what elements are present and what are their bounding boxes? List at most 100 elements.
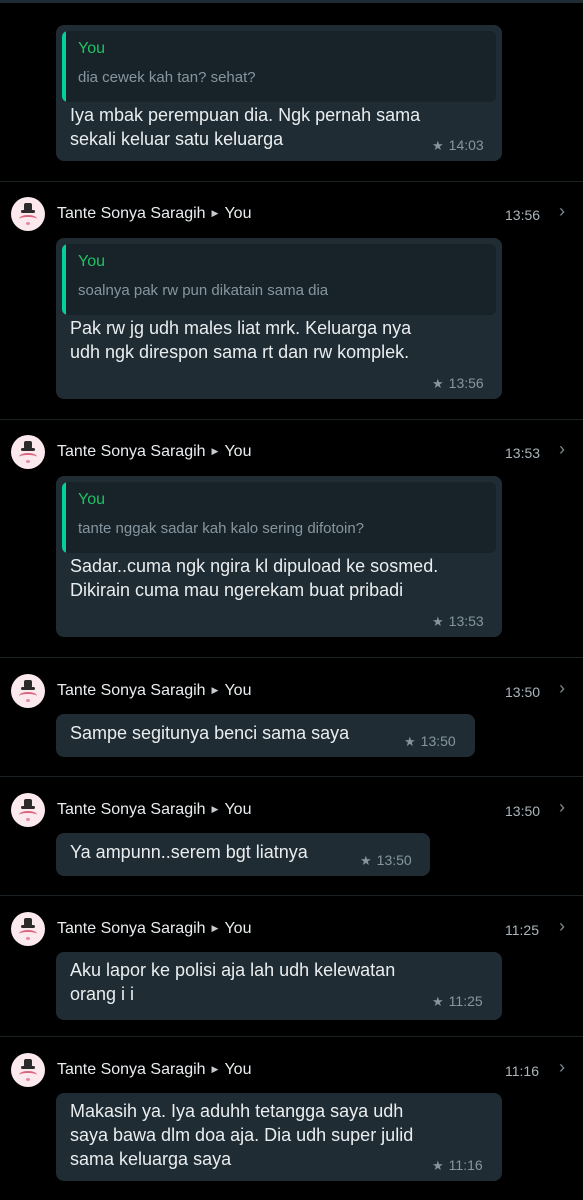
header-time: 11:25 xyxy=(505,922,539,938)
chevron-right-icon[interactable]: › xyxy=(559,678,565,699)
message-text: Sampe segitunya benci sama saya xyxy=(70,721,349,745)
divider xyxy=(0,419,583,420)
quote-text: soalnya pak rw pun dikatain sama dia xyxy=(78,282,329,299)
message-header[interactable]: Tante Sonya Saragih ▶ You 13:56 › xyxy=(0,197,583,237)
sender-name: Tante Sonya Saragih xyxy=(57,801,206,818)
message-time: 13:56 xyxy=(448,375,484,391)
star-icon: ★ xyxy=(404,734,416,749)
message-meta: ★ 11:25 xyxy=(432,993,483,1010)
sender-name: Tante Sonya Saragih xyxy=(57,1061,206,1078)
top-bar xyxy=(0,0,583,3)
sender-line: Tante Sonya Saragih ▶ You xyxy=(57,443,251,461)
quote-author: You xyxy=(78,253,105,270)
message-line: Sadar..cuma ngk ngira kl dipuload ke sos… xyxy=(70,556,439,576)
quoted-message[interactable]: You dia cewek kah tan? sehat? xyxy=(62,31,496,102)
quote-text: dia cewek kah tan? sehat? xyxy=(78,69,256,86)
message-line: orang i i xyxy=(70,984,135,1004)
quote-accent-bar xyxy=(62,482,66,553)
message-bubble[interactable]: Sampe segitunya benci sama saya ★ 13:50 xyxy=(56,714,475,757)
message-meta: ★ 13:56 xyxy=(432,375,484,392)
recipient-name: You xyxy=(224,205,252,222)
quote-author: You xyxy=(78,40,105,57)
avatar[interactable] xyxy=(11,197,45,231)
play-arrow-icon: ▶ xyxy=(211,685,219,695)
message-bubble[interactable]: You dia cewek kah tan? sehat? Iya mbak p… xyxy=(56,25,502,161)
message-line: Dikirain cuma mau ngerekam buat pribadi xyxy=(70,580,404,600)
message-meta: ★ 13:53 xyxy=(432,613,484,630)
recipient-name: You xyxy=(224,801,252,818)
message-text: Ya ampunn..serem bgt liatnya xyxy=(70,840,308,864)
message-time: 11:25 xyxy=(448,993,483,1009)
message-line: Sampe segitunya benci sama saya xyxy=(70,723,350,743)
message-bubble[interactable]: Ya ampunn..serem bgt liatnya ★ 13:50 xyxy=(56,833,430,876)
message-text: Pak rw jg udh males liat mrk. Keluarga n… xyxy=(70,316,411,364)
quote-text: tante nggak sadar kah kalo sering difoto… xyxy=(78,520,365,537)
star-icon: ★ xyxy=(432,614,444,629)
message-header[interactable]: Tante Sonya Saragih ▶ You 11:16 › xyxy=(0,1053,583,1093)
message-text: Iya mbak perempuan dia. Ngk pernah sama … xyxy=(70,103,420,151)
play-arrow-icon: ▶ xyxy=(211,1064,219,1074)
quote-author: You xyxy=(78,491,105,508)
message-time: 13:50 xyxy=(376,852,412,868)
recipient-name: You xyxy=(224,1061,252,1078)
sender-name: Tante Sonya Saragih xyxy=(57,920,206,937)
message-bubble[interactable]: Makasih ya. Iya aduhh tetangga saya udh … xyxy=(56,1093,502,1181)
message-meta: ★ 11:16 xyxy=(432,1157,483,1174)
message-bubble[interactable]: You soalnya pak rw pun dikatain sama dia… xyxy=(56,238,502,399)
play-arrow-icon: ▶ xyxy=(211,804,219,814)
avatar[interactable] xyxy=(11,912,45,946)
header-time: 13:50 xyxy=(505,803,541,819)
star-icon: ★ xyxy=(432,376,444,391)
divider xyxy=(0,895,583,896)
quoted-message[interactable]: You tante nggak sadar kah kalo sering di… xyxy=(62,482,496,553)
sender-name: Tante Sonya Saragih xyxy=(57,205,206,222)
header-time: 13:53 xyxy=(505,445,541,461)
divider xyxy=(0,1036,583,1037)
sender-name: Tante Sonya Saragih xyxy=(57,443,206,460)
recipient-name: You xyxy=(224,682,252,699)
message-header[interactable]: Tante Sonya Saragih ▶ You 13:53 › xyxy=(0,435,583,475)
sender-line: Tante Sonya Saragih ▶ You xyxy=(57,1061,251,1079)
header-time: 11:16 xyxy=(505,1063,539,1079)
message-time: 11:16 xyxy=(448,1157,483,1173)
message-header[interactable]: Tante Sonya Saragih ▶ You 11:25 › xyxy=(0,912,583,952)
quote-accent-bar xyxy=(62,244,66,315)
message-text: Sadar..cuma ngk ngira kl dipuload ke sos… xyxy=(70,554,438,602)
message-line: Makasih ya. Iya aduhh tetangga saya udh xyxy=(70,1101,404,1121)
quoted-message[interactable]: You soalnya pak rw pun dikatain sama dia xyxy=(62,244,496,315)
message-meta: ★ 14:03 xyxy=(432,137,484,154)
message-bubble[interactable]: You tante nggak sadar kah kalo sering di… xyxy=(56,476,502,637)
sender-line: Tante Sonya Saragih ▶ You xyxy=(57,205,251,223)
chevron-right-icon[interactable]: › xyxy=(559,1057,565,1078)
message-time: 14:03 xyxy=(448,137,484,153)
divider xyxy=(0,181,583,182)
message-text: Makasih ya. Iya aduhh tetangga saya udh … xyxy=(70,1099,413,1171)
message-line: saya bawa dlm doa aja. Dia udh super jul… xyxy=(70,1125,414,1145)
message-line: udh ngk direspon sama rt dan rw komplek. xyxy=(70,342,410,362)
star-icon: ★ xyxy=(432,138,444,153)
message-bubble[interactable]: Aku lapor ke polisi aja lah udh kelewata… xyxy=(56,952,502,1020)
message-header[interactable]: Tante Sonya Saragih ▶ You 13:50 › xyxy=(0,674,583,714)
play-arrow-icon: ▶ xyxy=(211,208,219,218)
chevron-right-icon[interactable]: › xyxy=(559,439,565,460)
quote-accent-bar xyxy=(62,31,66,102)
avatar[interactable] xyxy=(11,435,45,469)
recipient-name: You xyxy=(224,920,252,937)
sender-line: Tante Sonya Saragih ▶ You xyxy=(57,682,251,700)
message-meta: ★ 13:50 xyxy=(360,852,412,869)
avatar[interactable] xyxy=(11,1053,45,1087)
play-arrow-icon: ▶ xyxy=(211,446,219,456)
message-time: 13:53 xyxy=(448,613,484,629)
avatar[interactable] xyxy=(11,793,45,827)
divider xyxy=(0,776,583,777)
message-meta: ★ 13:50 xyxy=(404,733,456,750)
chevron-right-icon[interactable]: › xyxy=(559,201,565,222)
message-time: 13:50 xyxy=(420,733,456,749)
sender-line: Tante Sonya Saragih ▶ You xyxy=(57,920,251,938)
chevron-right-icon[interactable]: › xyxy=(559,797,565,818)
message-text: Aku lapor ke polisi aja lah udh kelewata… xyxy=(70,958,395,1006)
star-icon: ★ xyxy=(432,994,444,1009)
message-header[interactable]: Tante Sonya Saragih ▶ You 13:50 › xyxy=(0,793,583,833)
avatar[interactable] xyxy=(11,674,45,708)
chevron-right-icon[interactable]: › xyxy=(559,916,565,937)
